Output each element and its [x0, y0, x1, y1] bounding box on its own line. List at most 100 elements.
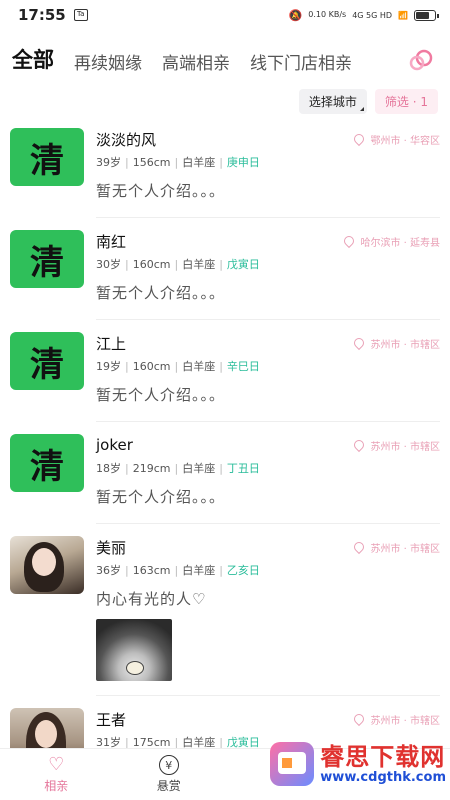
filter-row: 选择城市 筛选 · 1	[0, 86, 450, 116]
profile-meta: 19岁 | 160cm | 白羊座 | 辛巳日	[96, 358, 440, 374]
day-pillar: 乙亥日	[226, 564, 260, 577]
profile-info: 南红 哈尔滨市 · 延寿县 30岁 | 160cm | 白羊座 | 戊寅日 暂无个人介绍。。。	[96, 230, 440, 320]
separator: |	[125, 257, 129, 271]
avatar-face	[32, 548, 56, 576]
separator: |	[219, 735, 223, 749]
day-pillar: 戊寅日	[226, 258, 260, 271]
height: 160cm	[132, 257, 171, 271]
post-image[interactable]	[96, 619, 172, 681]
watermark-text: 睿思下载网 www.cdgthk.com	[320, 745, 446, 784]
name-row: 王者 苏州市 · 市辖区	[96, 708, 440, 730]
profile-meta: 30岁 | 160cm | 白羊座 | 戊寅日	[96, 256, 440, 272]
avatar[interactable]: 清	[10, 128, 84, 186]
separator: |	[125, 563, 129, 577]
separator: |	[174, 563, 179, 577]
avatar-text: 清	[30, 242, 64, 283]
avatar[interactable]: 清	[10, 332, 84, 390]
dropdown-corner-icon	[359, 106, 364, 111]
profile-info: 淡淡的风 鄂州市 · 华容区 39岁 | 156cm | 白羊座 | 庚申日 暂无个人介绍。。。	[96, 128, 440, 218]
tab-3[interactable]: 线下门店相亲	[250, 49, 352, 82]
signal-indicator: 4G 5G HD	[352, 10, 393, 20]
age: 36岁	[96, 564, 121, 577]
separator: |	[125, 461, 129, 475]
separator: |	[125, 735, 129, 749]
avatar[interactable]: 清	[10, 434, 84, 492]
nav-label: 悬赏	[156, 779, 181, 793]
yen-coin-icon: ¥	[158, 755, 179, 775]
day-pillar: 丁丑日	[226, 462, 260, 475]
category-tabs: 全部 再续姻缘 高端相亲 线下门店相亲	[0, 30, 450, 82]
separator: |	[219, 563, 223, 577]
wifi-icon: 📶	[398, 10, 408, 20]
location-text: 哈尔滨市 · 延寿县	[360, 237, 440, 249]
tab-1[interactable]: 再续姻缘	[74, 49, 142, 82]
location-pin-icon	[342, 233, 357, 249]
profile-item[interactable]: 清淡淡的风 鄂州市 · 华容区 39岁 | 156cm | 白羊座 | 庚申日 暂无个人介绍。。。	[10, 116, 440, 218]
filter-label: 筛选 · 1	[384, 94, 428, 109]
select-city-button[interactable]: 选择城市	[298, 88, 367, 114]
age: 39岁	[96, 156, 121, 169]
separator: |	[219, 155, 223, 169]
location-text: 苏州市 · 市辖区	[370, 441, 440, 453]
height: 219cm	[132, 461, 171, 475]
status-time: 17:55	[18, 6, 66, 24]
location-text: 鄂州市 · 华容区	[370, 135, 440, 147]
match-rings-icon[interactable]	[408, 48, 434, 72]
notification-app-icon: Ta	[73, 9, 88, 21]
status-left: 17:55 Ta	[18, 6, 88, 24]
filter-button[interactable]: 筛选 · 1	[374, 88, 438, 114]
location: 苏州市 · 市辖区	[352, 437, 440, 453]
profile-intro: 内心有光的人♡	[96, 590, 207, 608]
watermark-title: 睿思下载网	[320, 742, 446, 771]
name-row: 淡淡的风 鄂州市 · 华容区	[96, 128, 440, 150]
profile-item[interactable]: 清江上 苏州市 · 市辖区 19岁 | 160cm | 白羊座 | 辛巳日 暂无个人介绍。。。	[10, 320, 440, 422]
separator: |	[174, 257, 179, 271]
height: 163cm	[132, 563, 171, 577]
profile-list: 清淡淡的风 鄂州市 · 华容区 39岁 | 156cm | 白羊座 | 庚申日 暂无个人介绍。。。…	[0, 116, 450, 798]
profile-item[interactable]: 清 joker 苏州市 · 市辖区 18岁 | 219cm | 白羊座 | 丁丑日 暂无个人介绍。。…	[10, 422, 440, 524]
status-bar: 17:55 Ta 🔕 0.10 KB/s 4G 5G HD 📶	[0, 0, 450, 30]
avatar-face	[35, 720, 57, 748]
location-pin-icon	[352, 539, 367, 555]
name-row: 南红 哈尔滨市 · 延寿县	[96, 230, 440, 252]
location-pin-icon	[352, 335, 367, 351]
age: 18岁	[96, 462, 121, 475]
separator: |	[219, 461, 223, 475]
profile-name: 南红	[96, 232, 127, 251]
profile-info: 江上 苏州市 · 市辖区 19岁 | 160cm | 白羊座 | 辛巳日 暂无个人介绍。。。	[96, 332, 440, 422]
profile-intro: 暂无个人介绍。。。	[96, 488, 226, 506]
profile-intro: 暂无个人介绍。。。	[96, 284, 226, 302]
zodiac: 白羊座	[182, 564, 216, 577]
name-row: 美丽 苏州市 · 市辖区	[96, 536, 440, 558]
location: 苏州市 · 市辖区	[352, 711, 440, 727]
tab-label: 高端相亲	[162, 54, 230, 74]
profile-info: joker 苏州市 · 市辖区 18岁 | 219cm | 白羊座 | 丁丑日 暂无个人介绍。。。	[96, 434, 440, 524]
profile-intro: 暂无个人介绍。。。	[96, 182, 226, 200]
watermark-logo-icon	[270, 742, 315, 786]
location: 苏州市 · 市辖区	[352, 335, 440, 351]
tab-label: 线下门店相亲	[250, 54, 352, 74]
profile-name: 淡淡的风	[96, 130, 157, 149]
profile-item[interactable]: 清南红 哈尔滨市 · 延寿县 30岁 | 160cm | 白羊座 | 戊寅日 暂无个人介绍。。。	[10, 218, 440, 320]
age: 30岁	[96, 258, 121, 271]
profile-meta: 39岁 | 156cm | 白羊座 | 庚申日	[96, 154, 440, 170]
avatar[interactable]	[10, 536, 84, 594]
avatar[interactable]: 清	[10, 230, 84, 288]
tab-label: 再续姻缘	[74, 54, 142, 74]
location-text: 苏州市 · 市辖区	[370, 543, 440, 555]
height: 160cm	[132, 359, 171, 373]
zodiac: 白羊座	[182, 156, 216, 169]
location-text: 苏州市 · 市辖区	[370, 715, 440, 727]
tab-2[interactable]: 高端相亲	[162, 49, 230, 82]
nav-xuanshang[interactable]: ¥ 悬赏	[113, 749, 226, 800]
battery-icon	[414, 9, 439, 21]
profile-item[interactable]: 美丽 苏州市 · 市辖区 36岁 | 163cm | 白羊座 | 乙亥日 内心有光的人♡	[10, 524, 440, 696]
nav-xiangqin[interactable]: ♡ 相亲	[0, 749, 113, 800]
location: 鄂州市 · 华容区	[352, 131, 440, 147]
watermark-url: www.cdgthk.com	[320, 769, 446, 785]
avatar-text: 清	[30, 140, 64, 181]
profile-meta: 18岁 | 219cm | 白羊座 | 丁丑日	[96, 460, 440, 476]
separator: |	[125, 155, 129, 169]
net-speed: 0.10 KB/s	[308, 10, 347, 19]
tab-0[interactable]: 全部	[12, 44, 54, 82]
